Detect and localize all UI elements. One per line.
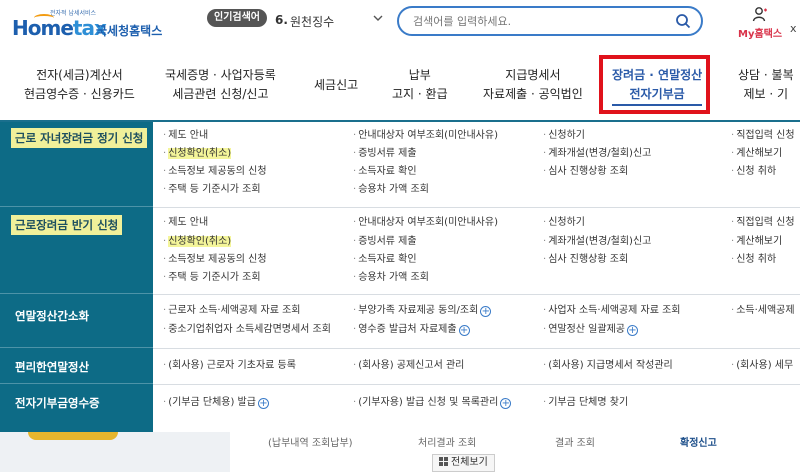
menu-link[interactable]: · 소득정보 제공동의 신청 xyxy=(163,253,267,266)
nav-consult-appeal[interactable]: 상담 · 불복 제보 · 기 xyxy=(738,66,794,104)
sidebar-item-regular-earned-income[interactable]: 근로 자녀장려금 정기 신청 xyxy=(11,128,148,148)
sidebar-item-semiannual-earned-income[interactable]: 근로장려금 반기 신청 xyxy=(11,215,123,235)
menu-link[interactable]: · 안내대상자 여부조회(미안내사유) xyxy=(353,216,498,229)
menu-link[interactable]: · 제도 안내 xyxy=(163,216,208,229)
menu-link[interactable]: · 승용차 가액 조회 xyxy=(353,183,429,196)
nav-tax-return[interactable]: 세금신고 xyxy=(314,76,358,95)
menu-link[interactable]: · 중소기업취업자 소득세감면명세서 조회 xyxy=(163,323,331,336)
yellow-tab-shape xyxy=(28,432,118,440)
menu-link[interactable]: · 기부금 단체명 찾기 xyxy=(543,396,628,409)
menu-link[interactable]: · 승용차 가액 조회 xyxy=(353,271,429,284)
menu-link[interactable]: · (회사용) 지급명세서 작성관리 xyxy=(543,359,673,372)
menu-link[interactable]: · 부양가족 자료제공 동의/조회 + xyxy=(353,304,492,317)
menu-link[interactable]: · (기부금 단체용) 발급 + xyxy=(163,396,269,409)
my-hometax-link[interactable]: My홈택스 xyxy=(738,6,788,40)
logo-korean-name: 국세청홈택스 xyxy=(96,24,163,38)
sidebar-row: 전자기부금영수증 xyxy=(0,384,153,434)
sidebar-item-e-donation-receipt[interactable]: 전자기부금영수증 xyxy=(11,393,104,413)
user-icon xyxy=(752,6,768,22)
close-icon[interactable]: x xyxy=(790,22,797,35)
search-input[interactable] xyxy=(413,13,663,29)
tab-process-result[interactable]: 처리결과 조회 xyxy=(418,434,476,449)
plus-circle-icon[interactable]: + xyxy=(480,306,492,317)
plus-circle-icon[interactable]: + xyxy=(626,325,638,336)
search-icon[interactable] xyxy=(675,13,691,29)
nav-e-invoice[interactable]: 전자(세금)계산서 현금영수증 · 신용카드 xyxy=(24,66,135,104)
menu-link[interactable]: · 영수증 발급처 자료제출 + xyxy=(353,323,470,336)
plus-circle-icon[interactable]: + xyxy=(458,325,470,336)
menu-sidebar: 근로 자녀장려금 정기 신청 근로장려금 반기 신청 연말정산간소화 편리한연말… xyxy=(0,122,153,434)
tab-final-return[interactable]: 확정신고 xyxy=(680,434,717,449)
menu-link[interactable]: · 신청하기 xyxy=(543,216,585,229)
menu-link[interactable]: · 증빙서류 제출 xyxy=(353,235,417,248)
sidebar-item-convenient-year-end[interactable]: 편리한연말정산 xyxy=(11,357,93,377)
menu-link[interactable]: · 신청 취하 xyxy=(731,165,776,178)
search-box xyxy=(397,6,703,36)
menu-link[interactable]: · 신청 취하 xyxy=(731,253,776,266)
menu-link[interactable]: · 계산해보기 xyxy=(731,235,782,248)
nav-payment[interactable]: 납부 고지 · 환급 xyxy=(392,66,448,104)
menu-link[interactable]: · 직접입력 신청 xyxy=(731,216,795,229)
tab-result-inquiry[interactable]: 결과 조회 xyxy=(555,434,595,449)
page-below-menu: (납부내역 조회납부) 처리결과 조회 결과 조회 확정신고 전체보기 xyxy=(0,432,800,472)
chevron-down-icon[interactable] xyxy=(372,12,386,26)
sidebar-row: 근로장려금 반기 신청 xyxy=(0,207,153,294)
plus-circle-icon[interactable]: + xyxy=(500,398,512,409)
menu-link[interactable]: · 심사 진행상황 조회 xyxy=(543,165,628,178)
my-hometax-label: My홈택스 xyxy=(738,29,783,40)
menu-link[interactable]: · 심사 진행상황 조회 xyxy=(543,253,628,266)
menu-link[interactable]: · (회사용) 근로자 기초자료 등록 xyxy=(163,359,296,372)
menu-content: · 제도 안내 · 신청확인(취소) · 소득정보 제공동의 신청 · 주택 등 기준시… xyxy=(153,122,800,434)
popular-search-term[interactable]: 원천징수 xyxy=(290,13,334,30)
plus-circle-icon[interactable]: + xyxy=(257,398,269,409)
hometax-logo[interactable]: 전자적 납세서비스 Hometax 국세청홈택스 xyxy=(8,8,168,42)
tab-payment-history[interactable]: (납부내역 조회납부) xyxy=(268,434,353,449)
header: 전자적 납세서비스 Hometax 국세청홈택스 인기검색어 6. 원천징수 M… xyxy=(0,0,800,50)
nav-tax-certificate[interactable]: 국세증명 · 사업자등록 세금관련 신청/신고 xyxy=(165,66,276,104)
menu-link[interactable]: · (회사용) 공제신고서 관리 xyxy=(353,359,464,372)
menu-link[interactable]: · 신청확인(취소) xyxy=(163,147,232,160)
menu-link[interactable]: · 사업자 소득·세액공제 자료 조회 xyxy=(543,304,681,317)
hometax-page: 전자적 납세서비스 Hometax 국세청홈택스 인기검색어 6. 원천징수 M… xyxy=(0,0,800,472)
sidebar-row: 근로 자녀장려금 정기 신청 xyxy=(0,122,153,207)
menu-link[interactable]: · 소득자료 확인 xyxy=(353,165,417,178)
popular-search-badge: 인기검색어 xyxy=(207,9,267,27)
divider xyxy=(153,384,800,385)
logo-wordmark: Hometax xyxy=(12,16,107,40)
mega-menu: 근로 자녀장려금 정기 신청 근로장려금 반기 신청 연말정산간소화 편리한연말… xyxy=(0,120,800,434)
divider xyxy=(153,207,800,208)
menu-link[interactable]: · 소득정보 제공동의 신청 xyxy=(163,165,267,178)
menu-link[interactable]: · (기부자용) 발급 신청 및 목록관리 + xyxy=(353,396,512,409)
menu-link[interactable]: · 계좌개설(변경/철회)신고 xyxy=(543,235,651,248)
popular-search-rank: 6. xyxy=(275,13,288,27)
sidebar-row: 연말정산간소화 xyxy=(0,294,153,348)
menu-link[interactable]: · 제도 안내 xyxy=(163,129,208,142)
menu-link[interactable]: · 계좌개설(변경/철회)신고 xyxy=(543,147,651,160)
menu-link[interactable]: · (회사용) 세무 xyxy=(731,359,793,372)
menu-link[interactable]: · 연말정산 일괄제공 + xyxy=(543,323,638,336)
menu-link[interactable]: · 주택 등 기준시가 조회 xyxy=(163,183,261,196)
divider xyxy=(153,294,800,295)
divider xyxy=(153,348,800,349)
menu-link[interactable]: · 안내대상자 여부조회(미안내사유) xyxy=(353,129,498,142)
highlight-annotation-box xyxy=(599,55,710,114)
menu-link[interactable]: · 계산해보기 xyxy=(731,147,782,160)
view-all-button[interactable]: 전체보기 xyxy=(432,454,495,472)
menu-link[interactable]: · 신청하기 xyxy=(543,129,585,142)
menu-link[interactable]: · 소득·세액공제 xyxy=(731,304,795,317)
sidebar-row: 편리한연말정산 xyxy=(0,348,153,384)
sidebar-item-year-end-simplified[interactable]: 연말정산간소화 xyxy=(11,306,93,326)
menu-link[interactable]: · 근로자 소득·세액공제 자료 조회 xyxy=(163,304,301,317)
menu-link[interactable]: · 소득자료 확인 xyxy=(353,253,417,266)
menu-link[interactable]: · 증빙서류 제출 xyxy=(353,147,417,160)
menu-link[interactable]: · 직접입력 신청 xyxy=(731,129,795,142)
menu-link[interactable]: · 신청확인(취소) xyxy=(163,235,232,248)
grid-icon xyxy=(439,457,448,466)
nav-payment-statement[interactable]: 지급명세서 자료제출 · 공익법인 xyxy=(483,66,583,104)
menu-link[interactable]: · 주택 등 기준시가 조회 xyxy=(163,271,261,284)
